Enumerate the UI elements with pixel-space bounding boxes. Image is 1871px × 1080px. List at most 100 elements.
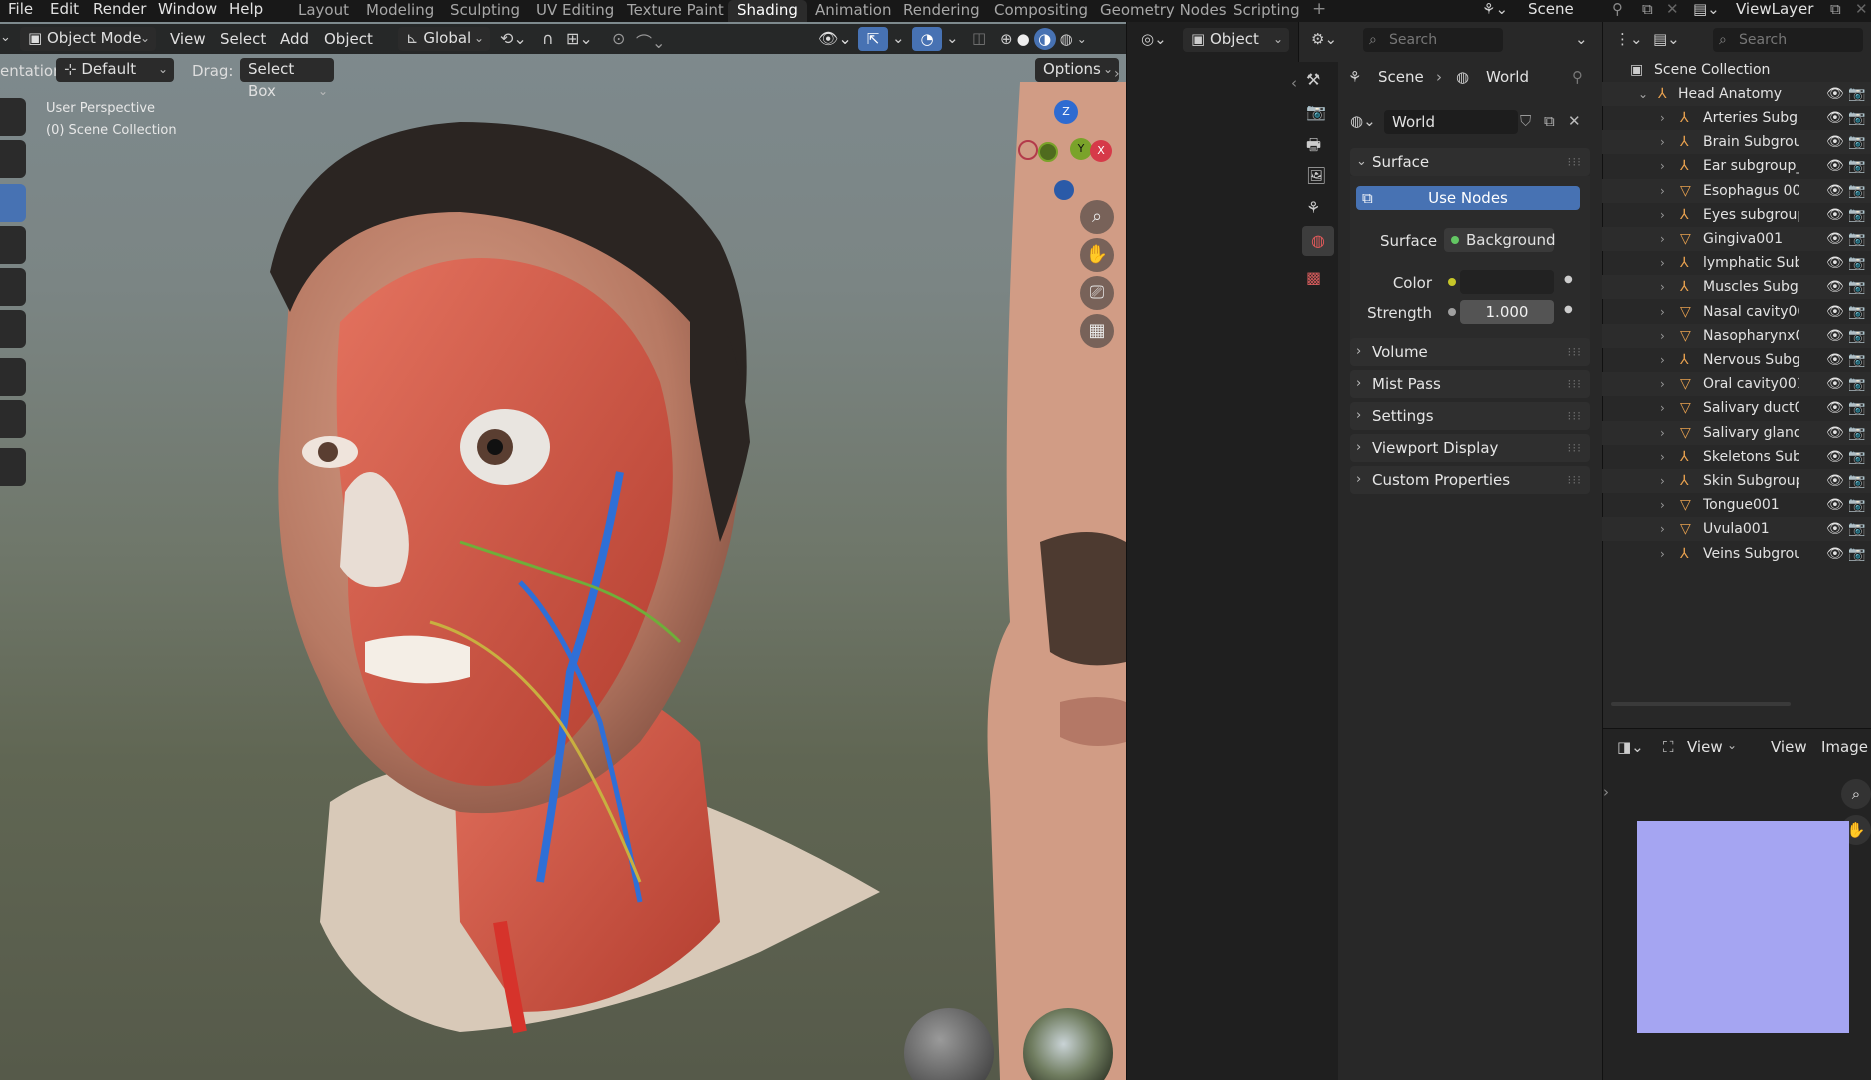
menu-select[interactable]: Select (220, 30, 266, 48)
outliner-row[interactable]: › ⅄ Skeletons Sub 👁 📷 (1602, 445, 1871, 469)
visibility-icon[interactable]: 👁⌄ (818, 29, 852, 48)
editor-type-icon[interactable]: ◎⌄ (1141, 30, 1167, 48)
camera-icon[interactable]: 📷 (1848, 348, 1865, 372)
gizmo-x-axis[interactable]: X (1090, 140, 1112, 162)
keyframe-dot-icon[interactable]: ● (1564, 304, 1573, 315)
menu-object[interactable]: Object (324, 30, 373, 48)
outliner-row[interactable]: › ⅄ Nervous Subg 👁 📷 (1602, 348, 1871, 372)
mode-dropdown[interactable]: ▣ Object Mode ⌄ (20, 27, 156, 51)
pan-hand-icon[interactable]: ✋ (1080, 238, 1114, 272)
eye-icon[interactable]: 👁 (1826, 348, 1844, 372)
shader-editor-strip[interactable]: ◎⌄ ▣ Object ⌄ ‹ (1126, 22, 1298, 1080)
select-box-tool-icon[interactable] (0, 98, 26, 136)
drag-grip-icon[interactable]: ⁝⁝⁝ (1568, 466, 1582, 494)
tab-uv-editing[interactable]: UV Editing (527, 0, 623, 22)
eye-icon[interactable]: 👁 (1826, 203, 1844, 227)
camera-icon[interactable]: 📷 (1848, 275, 1865, 299)
overlays-icon[interactable]: ◔ (912, 27, 942, 51)
mist-pass-panel-header[interactable]: › Mist Pass ⁝⁝⁝ (1350, 370, 1590, 398)
settings-panel-header[interactable]: › Settings ⁝⁝⁝ (1350, 402, 1590, 430)
camera-icon[interactable]: 📷 (1848, 106, 1865, 130)
gizmo-neg-x-axis[interactable] (1018, 140, 1038, 160)
camera-icon[interactable]: 📷 (1848, 445, 1865, 469)
eye-icon[interactable]: 👁 (1826, 130, 1844, 154)
eye-icon[interactable]: 👁 (1826, 300, 1844, 324)
zoom-icon[interactable]: ⌕ (1841, 779, 1871, 809)
menu-view[interactable]: View (170, 30, 206, 48)
editor-type-chevron-icon[interactable]: ⌄ (0, 30, 11, 45)
normal-map-image[interactable] (1637, 821, 1849, 1033)
chevron-right-icon[interactable]: › (1660, 203, 1665, 227)
transform-tool-icon[interactable] (0, 310, 26, 348)
texture-tab-icon[interactable]: ▩ (1306, 268, 1321, 287)
camera-icon[interactable]: 📷 (1848, 469, 1865, 493)
surface-panel-header[interactable]: ⌄ Surface ⁝⁝⁝ (1350, 148, 1590, 176)
properties-search-input[interactable]: ⌕ Search (1363, 28, 1503, 52)
image-editor[interactable]: ◨⌄ ⛶ View ⌄ View Image › ⌕ ✋ (1602, 728, 1871, 1080)
menu-help[interactable]: Help (229, 0, 263, 22)
chevron-right-icon[interactable]: › (1660, 396, 1665, 420)
falloff-icon[interactable]: ⌒⌄ (636, 29, 665, 53)
outliner-search-input[interactable]: ⌕ Search (1713, 28, 1863, 52)
world-name-field[interactable]: World (1384, 110, 1518, 134)
orientation-default-dropdown[interactable]: ⊹ Default ⌄ (56, 58, 174, 82)
menu-window[interactable]: Window (158, 0, 217, 22)
tab-scripting[interactable]: Scripting (1224, 0, 1309, 22)
eye-icon[interactable]: 👁 (1826, 227, 1844, 251)
tab-animation[interactable]: Animation (806, 0, 900, 22)
scene-tab-icon[interactable]: ⚘ (1306, 198, 1320, 217)
chevron-right-icon[interactable]: › (1660, 227, 1665, 251)
unlink-close-icon[interactable]: ✕ (1568, 112, 1581, 130)
camera-view-icon[interactable]: ⎚ (1080, 276, 1114, 310)
eye-icon[interactable]: 👁 (1826, 154, 1844, 178)
cursor-tool-icon[interactable] (0, 140, 26, 178)
menu-view[interactable]: View (1771, 738, 1807, 756)
eye-icon[interactable]: 👁 (1826, 396, 1844, 420)
outliner-row[interactable]: › ▽ Salivary gland(👁 📷 (1602, 420, 1871, 445)
outliner-row[interactable]: › ⅄ Muscles Subgi 👁 📷 (1602, 275, 1871, 300)
output-tab-icon[interactable]: 🖶 (1306, 134, 1321, 161)
tool-tab-icon[interactable]: ⚒ (1306, 70, 1320, 89)
image-editor-type-icon[interactable]: ◨⌄ (1617, 738, 1644, 756)
image-view-mode-icon[interactable]: ⛶ (1663, 738, 1674, 756)
chevron-right-icon[interactable]: › (1660, 517, 1665, 541)
custom-properties-panel-header[interactable]: › Custom Properties ⁝⁝⁝ (1350, 466, 1590, 494)
chevron-right-icon[interactable]: › (1660, 421, 1665, 445)
camera-icon[interactable]: 📷 (1848, 130, 1865, 154)
transform-orientation-dropdown[interactable]: ⊾ Global ⌄ (398, 27, 490, 51)
world-datablock-icon[interactable]: ◍⌄ (1350, 112, 1376, 130)
chevron-right-icon[interactable]: › (1660, 106, 1665, 130)
outliner-row[interactable]: › ▽ Oral cavity001 👁 📷 (1602, 372, 1871, 397)
eye-icon[interactable]: 👁 (1826, 82, 1844, 106)
chevron-right-icon[interactable]: › (1660, 275, 1665, 299)
outliner-row-head-anatomy[interactable]: ⌄ ⅄ Head Anatomy 👁 📷 (1602, 82, 1871, 106)
camera-icon[interactable]: 📷 (1848, 517, 1865, 541)
outliner-row[interactable]: › ▽ Uvula001 👁 📷 (1602, 517, 1871, 542)
menu-edit[interactable]: Edit (50, 0, 79, 22)
tab-texture-paint[interactable]: Texture Paint (618, 0, 733, 22)
pivot-point-icon[interactable]: ⟲⌄ (500, 29, 527, 48)
eye-icon[interactable]: 👁 (1826, 469, 1844, 493)
surface-shader-field[interactable]: Background (1444, 228, 1556, 252)
strength-value-field[interactable]: 1.000 (1460, 300, 1554, 324)
eye-icon[interactable]: 👁 (1826, 179, 1844, 203)
view-layer-icon[interactable]: ▤⌄ (1693, 0, 1720, 22)
camera-icon[interactable]: 📷 (1848, 203, 1865, 227)
wireframe-shading-icon[interactable]: ⊕ (1000, 30, 1013, 48)
camera-icon[interactable]: 📷 (1848, 542, 1865, 566)
chevron-right-icon[interactable]: › (1660, 348, 1665, 372)
eye-icon[interactable]: 👁 (1826, 106, 1844, 130)
world-tab-icon[interactable]: ◍ (1302, 226, 1334, 256)
drag-grip-icon[interactable]: ⁝⁝⁝ (1568, 370, 1582, 398)
outliner-row-scene-collection[interactable]: ▣ Scene Collection (1602, 58, 1871, 82)
tab-geometry-nodes[interactable]: Geometry Nodes (1091, 0, 1236, 22)
sidebar-toggle-icon[interactable]: › (1114, 66, 1120, 82)
tab-layout[interactable]: Layout (289, 0, 358, 22)
camera-icon[interactable]: 📷 (1848, 372, 1865, 396)
drag-select-box-dropdown[interactable]: Select Box ⌄ (240, 58, 334, 100)
chevron-down-icon[interactable]: ⌄ (1077, 32, 1087, 46)
pin-icon[interactable]: ⚲ (1612, 0, 1623, 22)
eye-icon[interactable]: 👁 (1826, 251, 1844, 275)
camera-icon[interactable]: 📷 (1848, 300, 1865, 324)
gizmo-neg-z-axis[interactable] (1054, 180, 1074, 200)
